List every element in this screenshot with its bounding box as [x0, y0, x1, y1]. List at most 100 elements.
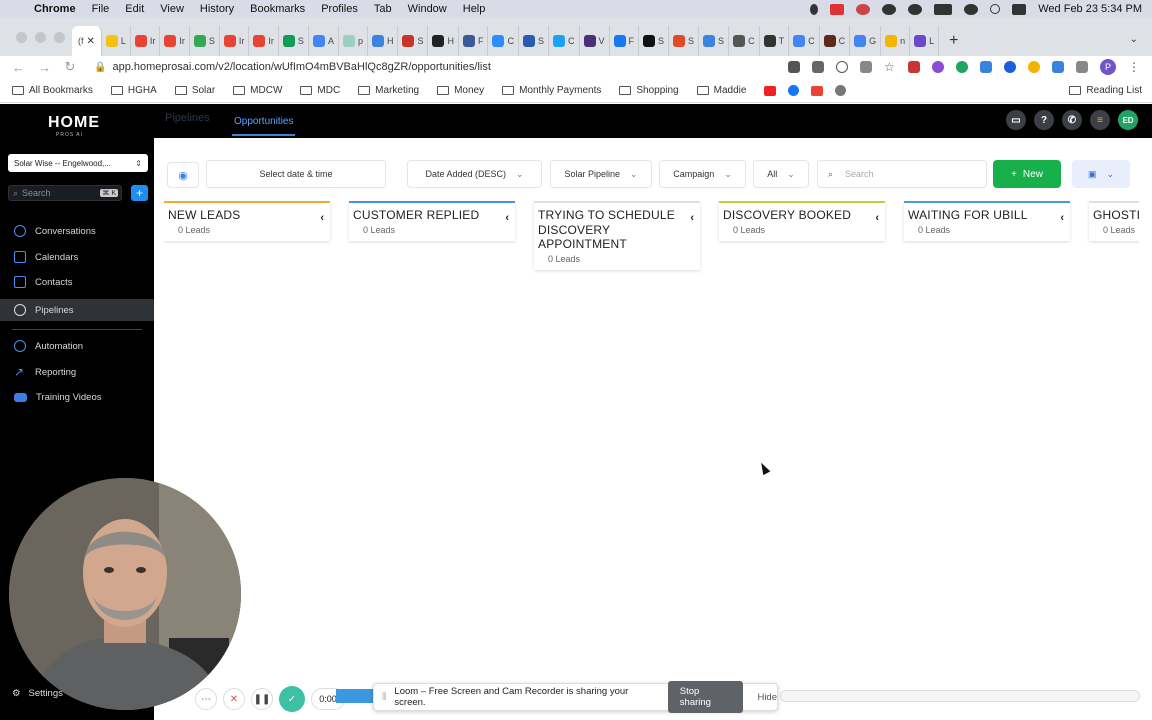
camera-icon[interactable]	[788, 61, 800, 73]
pipeline-stage[interactable]: DISCOVERY BOOKED 0 Leads ‹	[719, 201, 885, 241]
quick-add-button[interactable]: +	[131, 185, 148, 201]
sidebar-item-automation[interactable]: Automation	[0, 335, 154, 357]
tab[interactable]: S	[190, 26, 220, 56]
tab[interactable]: S	[639, 26, 670, 56]
sidebar-item-pipelines[interactable]: Pipelines	[0, 299, 154, 321]
pipeline-stage[interactable]: TRYING TO SCHEDULE DISCOVERY APPOINTMENT…	[534, 201, 700, 270]
tab[interactable]: S	[669, 26, 700, 56]
date-picker[interactable]: Select date & time	[206, 160, 386, 188]
tab-active[interactable]: (f ✕	[72, 26, 102, 56]
youtube-icon[interactable]	[764, 85, 777, 96]
extension-icon[interactable]	[1004, 61, 1016, 73]
tab[interactable]: V	[580, 26, 610, 56]
tab[interactable]: Ir	[131, 26, 161, 56]
drag-handle-icon[interactable]: ⦀	[382, 692, 386, 703]
tab[interactable]: C	[488, 26, 519, 56]
share-icon[interactable]	[860, 61, 872, 73]
tab[interactable]: H	[368, 26, 399, 56]
collapse-chevron-icon[interactable]: ‹	[505, 212, 509, 224]
address-bar[interactable]: app.homeprosai.com/v2/location/wUfImO4mB…	[112, 61, 490, 73]
extension-icon[interactable]	[932, 61, 944, 73]
tab[interactable]: Ir	[249, 26, 279, 56]
tab[interactable]: T	[760, 26, 790, 56]
link-icon[interactable]	[980, 61, 992, 73]
extension-icon[interactable]	[1028, 61, 1040, 73]
collapse-chevron-icon[interactable]: ‹	[1060, 212, 1064, 224]
new-opportunity-button[interactable]: + New	[993, 160, 1061, 188]
list-icon[interactable]: ≡	[1090, 110, 1110, 130]
tab[interactable]: G	[850, 26, 882, 56]
bookmark-folder[interactable]: Shopping	[619, 85, 679, 96]
extension-icon[interactable]	[908, 61, 920, 73]
bookmark-folder[interactable]: Monthly Payments	[502, 85, 601, 96]
sidebar-item-calendars[interactable]: Calendars	[0, 246, 154, 268]
menu-history[interactable]: History	[192, 3, 242, 15]
sidebar-item-training-videos[interactable]: Training Videos	[0, 386, 154, 408]
toggle-view-button[interactable]: ◉	[167, 162, 199, 188]
view-switcher[interactable]: ▣ ⌄	[1072, 160, 1130, 188]
cancel-recording-icon[interactable]: ✕	[223, 688, 245, 710]
menu-window[interactable]: Window	[400, 3, 455, 15]
user-avatar[interactable]: ED	[1118, 110, 1138, 130]
tab[interactable]: H	[428, 26, 459, 56]
facebook-icon[interactable]	[788, 85, 800, 96]
calendar-status-icon[interactable]	[830, 3, 845, 15]
menu-view[interactable]: View	[152, 3, 192, 15]
bookmark-favicon-icon[interactable]	[835, 85, 847, 96]
opportunity-search[interactable]: ⌕ Search	[817, 160, 987, 188]
collapse-chevron-icon[interactable]: ‹	[320, 212, 324, 224]
menu-help[interactable]: Help	[455, 3, 494, 15]
back-icon[interactable]: ←	[12, 60, 25, 75]
finish-recording-icon[interactable]: ✓	[279, 686, 305, 712]
star-icon[interactable]: ☆	[884, 61, 896, 73]
pipeline-dropdown[interactable]: Solar Pipeline ⌄	[550, 160, 652, 188]
tab[interactable]: F	[459, 26, 489, 56]
more-options-icon[interactable]: ⋯	[195, 688, 217, 710]
tab[interactable]: Ir	[160, 26, 190, 56]
pipeline-stage[interactable]: CUSTOMER REPLIED 0 Leads ‹	[349, 201, 515, 241]
tab[interactable]: n	[881, 26, 911, 56]
menu-bookmarks[interactable]: Bookmarks	[242, 3, 313, 15]
status-dropdown[interactable]: All ⌄	[753, 160, 809, 188]
tab[interactable]: p	[339, 26, 368, 56]
clock[interactable]: Wed Feb 23 5:34 PM	[1038, 3, 1142, 15]
tab[interactable]: C	[820, 26, 851, 56]
zoom-lens-icon[interactable]	[836, 61, 848, 73]
sidebar-item-settings[interactable]: ⚙ Settings	[12, 688, 63, 699]
collapse-chevron-icon[interactable]: ‹	[875, 212, 879, 224]
tab[interactable]: L	[102, 26, 131, 56]
key-icon[interactable]	[812, 61, 824, 73]
new-tab-button[interactable]: +	[949, 26, 958, 56]
location-icon[interactable]	[882, 3, 897, 15]
close-tab-icon[interactable]: ✕	[87, 36, 95, 47]
tab[interactable]: A	[309, 26, 339, 56]
tab[interactable]: F	[610, 26, 640, 56]
microphone-icon[interactable]	[810, 3, 819, 15]
tab[interactable]: C	[789, 26, 820, 56]
bookmark-folder[interactable]: MDCW	[233, 85, 282, 96]
tab[interactable]: C	[729, 26, 760, 56]
pause-icon[interactable]: ❚❚	[251, 688, 273, 710]
battery-icon[interactable]	[934, 3, 953, 15]
tab[interactable]: S	[398, 26, 429, 56]
sidebar-item-conversations[interactable]: Conversations	[0, 220, 154, 242]
pipeline-stage[interactable]: WAITING FOR UBILL 0 Leads ‹	[904, 201, 1070, 241]
tab[interactable]: L	[910, 26, 940, 56]
sort-dropdown[interactable]: Date Added (DESC) ⌄	[407, 160, 542, 188]
header-tab-opportunities[interactable]: Opportunities	[231, 116, 296, 136]
tab[interactable]: S	[519, 26, 549, 56]
puzzle-icon[interactable]	[1076, 61, 1088, 73]
bookmark-folder[interactable]: MDC	[300, 85, 340, 96]
bookmark-folder[interactable]: Marketing	[358, 85, 419, 96]
minimize-window-icon[interactable]	[35, 32, 46, 43]
stop-sharing-button[interactable]: Stop sharing	[667, 681, 744, 713]
tab[interactable]: C	[549, 26, 580, 56]
hide-button[interactable]: Hide	[757, 692, 777, 703]
horizontal-scrollbar[interactable]	[780, 690, 1140, 702]
tab[interactable]: Ir	[220, 26, 250, 56]
menu-profiles[interactable]: Profiles	[313, 3, 366, 15]
pipeline-stage[interactable]: GHOSTI 0 Leads	[1089, 201, 1139, 241]
pipeline-stage[interactable]: NEW LEADS 0 Leads ‹	[164, 201, 330, 241]
tab-search-chevron-icon[interactable]: ⌄	[1130, 34, 1138, 45]
tab[interactable]: S	[279, 26, 309, 56]
